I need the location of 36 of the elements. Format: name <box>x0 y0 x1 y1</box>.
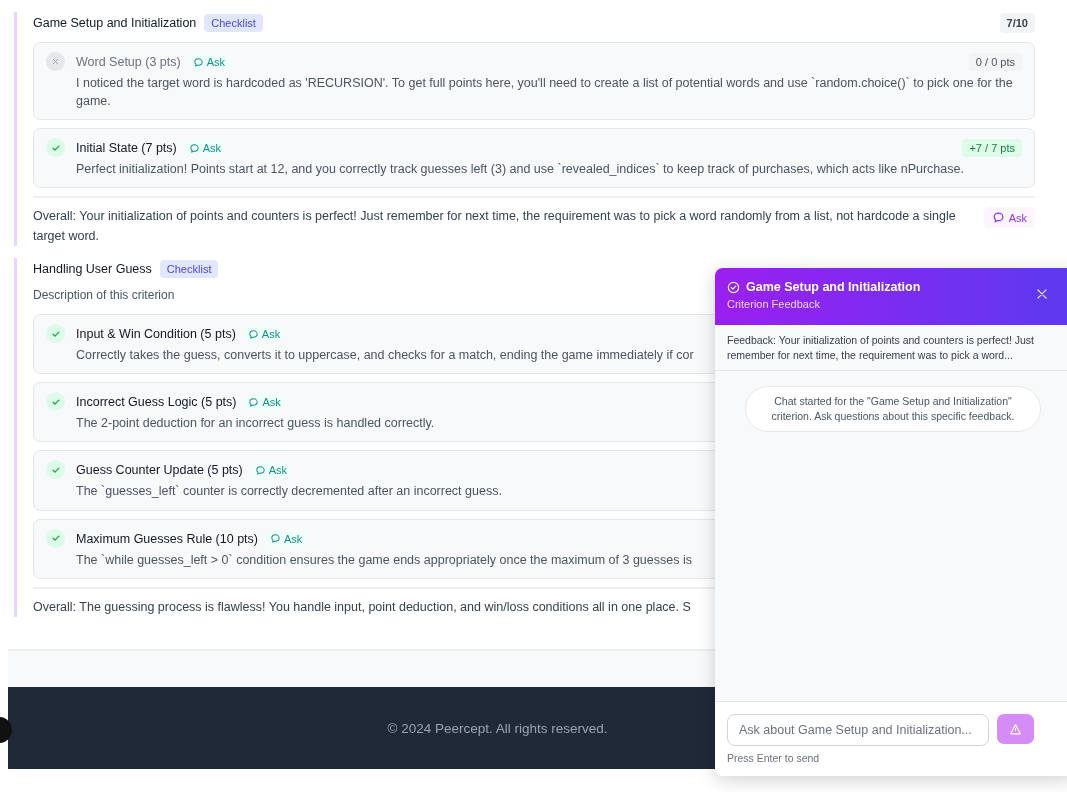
system-message: Chat started for the "Game Setup and Initialization" criterion. Ask questions about this specific feedback. <box>745 386 1041 432</box>
message-input[interactable]: Ask about Game Setup and Initialization... <box>727 714 989 746</box>
item-feedback: The `while guesses_left > 0` condition ensures the game ends appropriately once the maximum of 3 guesses is <box>76 551 692 569</box>
criterion-title: Handling User Guess <box>33 262 152 277</box>
ask-button[interactable]: Ask <box>244 394 285 411</box>
ask-button[interactable]: Ask <box>184 140 226 157</box>
ask-button[interactable]: Ask <box>250 462 292 479</box>
item-title: Maximum Guesses Rule (10 pts) <box>76 531 258 546</box>
item-feedback: The 2-point deduction for an incorrect guess is handled correctly. <box>76 415 435 433</box>
item-title: Incorrect Guess Logic (5 pts) <box>76 395 237 410</box>
item-feedback: Perfect initialization! Points start at 12, and you correctly track guesses left (3) and use `revealed_indices` to keep track of purchases, which acts like nPurchase. <box>76 161 964 179</box>
ask-button[interactable]: Ask <box>266 530 307 547</box>
ask-button[interactable]: Ask <box>243 326 285 343</box>
score-badge: 7/10 <box>999 13 1035 33</box>
criterion-description: Description of this criterion <box>33 288 175 303</box>
item-feedback: The `guesses_left` counter is correctly decremented after an incorrect guess. <box>76 483 502 501</box>
input-hint: Press Enter to send <box>727 752 821 764</box>
overall-feedback: Overall: Your initialization of points and counters is perfect! Just remember for next time, the requirement was to pick a word randomly from a list, not hardcode a single target word. <box>33 208 957 245</box>
item-feedback: I noticed the target word is hardcoded as 'RECURSION'. To get full points here, you'll need to create a list of potential words and use `random.choice()` to pick one for the game. <box>76 75 1014 111</box>
panel-subtitle: Criterion Feedback <box>727 298 821 310</box>
checklist-tag: Checklist <box>159 260 219 279</box>
item-title: Word Setup (3 pts) <box>76 55 181 69</box>
ask-button[interactable]: Ask <box>983 207 1035 229</box>
item-feedback: Correctly takes the guess, converts it to uppercase, and checks for a match, ending the game immediately if cor <box>76 347 694 365</box>
item-title: Input & Win Condition (5 pts) <box>76 327 236 342</box>
points-badge: 0 / 0 pts <box>968 53 1022 71</box>
ask-button[interactable]: Ask <box>188 54 230 70</box>
panel-title: Game Setup and Initialization <box>746 280 921 294</box>
copyright-text: © 2024 Peercept. All rights reserved. <box>387 720 608 736</box>
checklist-tag: Checklist <box>204 14 263 32</box>
points-badge: +7 / 7 pts <box>962 139 1022 158</box>
overall-feedback: Overall: The guessing process is flawless! You handle input, point deduction, and win/loss conditions all in one place. S <box>33 598 691 616</box>
item-title: Guess Counter Update (5 pts) <box>76 463 243 478</box>
criterion-title: Game Setup and Initialization <box>33 16 197 30</box>
item-title: Initial State (7 pts) <box>76 141 177 156</box>
feedback-summary: Feedback: Your initialization of points and counters is perfect! Just remember for next time, the requirement was to pick a word... <box>715 325 1067 372</box>
